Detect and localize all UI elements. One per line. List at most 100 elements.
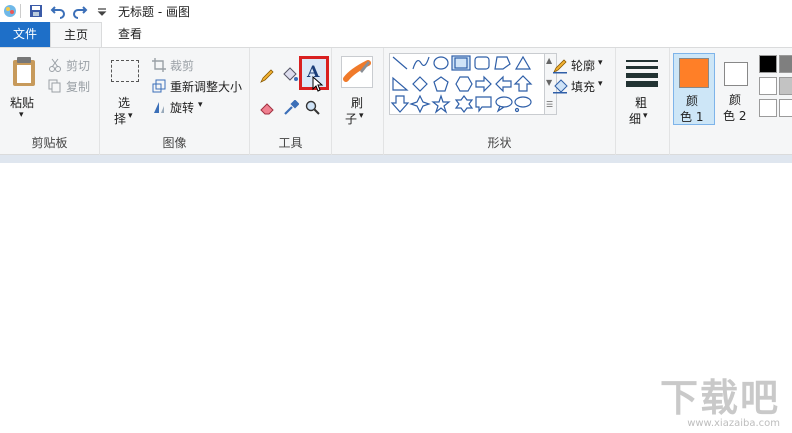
copy-button[interactable]: 复制 bbox=[66, 78, 90, 95]
paste-dropdown-chevron-icon[interactable]: ▾ bbox=[19, 110, 24, 120]
fill-button[interactable]: 填充 bbox=[571, 78, 595, 95]
shape-star-four-icon[interactable] bbox=[409, 94, 431, 114]
fill-bucket-icon[interactable] bbox=[281, 66, 299, 84]
shape-callout-oval-icon[interactable] bbox=[495, 96, 513, 113]
tab-view[interactable]: 查看 bbox=[104, 22, 156, 47]
crop-icon bbox=[152, 58, 166, 72]
size-dropdown-chevron-icon[interactable]: ▾ bbox=[643, 111, 648, 121]
color-picker-icon[interactable] bbox=[283, 100, 299, 116]
color2-label-2: 色 2 bbox=[723, 109, 747, 123]
crop-button[interactable]: 裁剪 bbox=[170, 57, 194, 74]
outline-button[interactable]: 轮廓 bbox=[571, 57, 595, 74]
size-group: 粗 细 ▾ bbox=[616, 48, 670, 155]
shapes-group: ▲ ▼ ☰ 轮廓 ▾ 填充 ▾ 形状 bbox=[384, 48, 616, 155]
palette-empty-swatch[interactable] bbox=[759, 99, 777, 117]
color2-button[interactable]: 颜 色 2 bbox=[718, 53, 756, 125]
palette-empty-swatch[interactable] bbox=[779, 99, 792, 117]
select-label-1[interactable]: 选 bbox=[118, 94, 130, 111]
color1-swatch bbox=[679, 58, 709, 88]
image-group-label: 图像 bbox=[162, 136, 187, 150]
shape-oval-icon[interactable] bbox=[433, 56, 449, 70]
color2-swatch bbox=[724, 62, 748, 86]
save-icon[interactable] bbox=[28, 3, 44, 19]
size-label-2[interactable]: 细 bbox=[629, 110, 641, 127]
shape-callout-cloud-icon[interactable] bbox=[514, 96, 532, 113]
rotate-button[interactable]: 旋转 bbox=[170, 99, 194, 116]
gallery-expand-icon[interactable]: ☰ bbox=[546, 100, 553, 109]
shape-curve-icon[interactable] bbox=[412, 56, 430, 70]
rotate-icon bbox=[154, 102, 164, 113]
shapes-gallery bbox=[389, 53, 545, 115]
shape-arrow-left-icon[interactable] bbox=[495, 75, 512, 93]
shape-line-icon[interactable] bbox=[392, 56, 408, 70]
copy-icon bbox=[48, 79, 61, 93]
shape-rounded-rectangle-icon[interactable] bbox=[474, 56, 490, 70]
palette-black-swatch[interactable] bbox=[759, 55, 777, 73]
magnifier-icon[interactable] bbox=[305, 100, 321, 116]
size-line-3 bbox=[626, 73, 658, 78]
resize-icon bbox=[152, 79, 166, 93]
tools-group-label: 工具 bbox=[278, 136, 303, 150]
shape-triangle-icon[interactable] bbox=[514, 55, 532, 70]
select-label-2[interactable]: 择 bbox=[114, 110, 126, 127]
ribbon-tabs: 文件 主页 查看 bbox=[0, 22, 792, 47]
outline-dropdown-chevron-icon[interactable]: ▾ bbox=[598, 58, 603, 68]
ribbon: 粘贴 ▾ 剪切 复制 剪贴板 选 择 ▾ 裁剪 重新调整大小 旋转 ▾ 图像 A… bbox=[0, 47, 792, 155]
palette-white-swatch[interactable] bbox=[759, 77, 777, 95]
size-line-2 bbox=[626, 66, 658, 69]
palette-gray-swatch[interactable] bbox=[779, 55, 792, 73]
shape-star-six-icon[interactable] bbox=[454, 95, 474, 113]
image-group: 选 择 ▾ 裁剪 重新调整大小 旋转 ▾ 图像 bbox=[100, 48, 250, 155]
clipboard-group: 粘贴 ▾ 剪切 复制 剪贴板 bbox=[0, 48, 100, 155]
brush-icon bbox=[343, 60, 371, 82]
eraser-icon[interactable] bbox=[259, 100, 275, 116]
brushes-label-2[interactable]: 子 bbox=[345, 110, 357, 127]
color1-button[interactable]: 颜 色 1 bbox=[673, 53, 715, 125]
undo-icon[interactable] bbox=[50, 3, 66, 19]
paste-icon[interactable] bbox=[10, 56, 38, 88]
shape-right-triangle-icon[interactable] bbox=[392, 76, 409, 91]
window-title: 无标题 - 画图 bbox=[118, 5, 190, 19]
shape-diamond-icon[interactable] bbox=[412, 76, 428, 92]
shape-arrow-up-icon[interactable] bbox=[513, 75, 533, 92]
paste-button[interactable]: 粘贴 bbox=[10, 94, 34, 111]
paint-app-icon[interactable] bbox=[2, 3, 18, 19]
tools-group: A 工具 bbox=[250, 48, 332, 155]
shape-callout-rect-icon[interactable] bbox=[475, 96, 492, 113]
mouse-cursor-icon bbox=[312, 76, 324, 92]
tab-file[interactable]: 文件 bbox=[0, 22, 50, 47]
rotate-dropdown-chevron-icon[interactable]: ▾ bbox=[198, 100, 203, 110]
pencil-icon[interactable] bbox=[259, 68, 275, 84]
brushes-group: 刷 子 ▾ bbox=[332, 48, 384, 155]
color1-label-1: 颜 bbox=[686, 94, 699, 108]
size-label-1[interactable]: 粗 bbox=[635, 94, 647, 111]
brushes-label-1[interactable]: 刷 bbox=[351, 94, 363, 111]
shape-rectangle-icon[interactable] bbox=[451, 55, 471, 71]
brushes-button[interactable] bbox=[341, 56, 373, 88]
color2-label-1: 颜 bbox=[729, 93, 742, 107]
color1-label-2: 色 1 bbox=[680, 110, 704, 124]
divider bbox=[20, 4, 21, 18]
shape-arrow-down-icon[interactable] bbox=[390, 95, 410, 113]
shapes-group-label: 形状 bbox=[487, 136, 512, 150]
select-rectangle-icon[interactable] bbox=[111, 60, 139, 82]
size-line-4 bbox=[626, 81, 658, 87]
tab-home[interactable]: 主页 bbox=[50, 22, 102, 47]
canvas-top-edge bbox=[0, 155, 792, 163]
redo-icon[interactable] bbox=[72, 3, 88, 19]
brushes-dropdown-chevron-icon[interactable]: ▾ bbox=[359, 111, 364, 121]
watermark: 下载吧 www.xiazaiba.com bbox=[660, 378, 780, 429]
shape-hexagon-icon[interactable] bbox=[455, 76, 473, 92]
cut-button[interactable]: 剪切 bbox=[66, 57, 90, 74]
resize-button[interactable]: 重新调整大小 bbox=[170, 78, 242, 95]
shapes-gallery-svg bbox=[390, 55, 533, 114]
shape-pentagon-icon[interactable] bbox=[433, 76, 449, 92]
select-dropdown-chevron-icon[interactable]: ▾ bbox=[128, 111, 133, 121]
shape-star-five-icon[interactable] bbox=[431, 94, 451, 114]
outline-icon bbox=[553, 59, 567, 74]
fill-dropdown-chevron-icon[interactable]: ▾ bbox=[598, 79, 603, 89]
shape-polygon-icon[interactable] bbox=[494, 56, 511, 70]
customize-quick-access-icon[interactable] bbox=[94, 3, 110, 19]
palette-light-gray-swatch[interactable] bbox=[779, 77, 792, 95]
shape-arrow-right-icon[interactable] bbox=[475, 75, 492, 93]
